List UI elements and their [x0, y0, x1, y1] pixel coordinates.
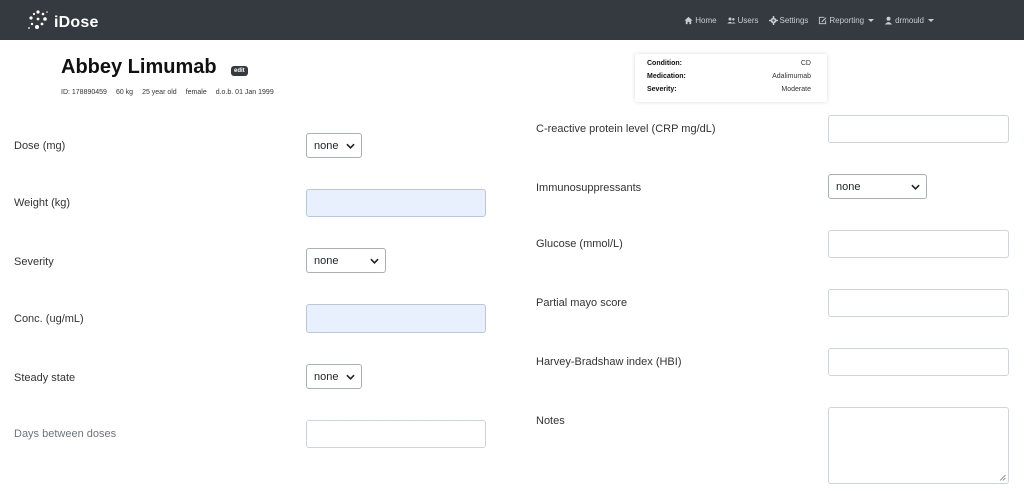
medication-key: Medication: [647, 73, 686, 80]
patient-dob: d.o.b. 01 Jan 1999 [215, 89, 274, 96]
conc-input[interactable] [306, 304, 486, 333]
nav-settings-label: Settings [779, 15, 809, 25]
users-icon [726, 17, 736, 23]
chevron-down-icon [928, 18, 934, 22]
steady-state-select-value: none [314, 370, 339, 383]
glucose-label: Glucose (mmol/L) [536, 238, 623, 250]
patient-sex: female [185, 89, 207, 96]
weight-label: Weight (kg) [14, 197, 71, 209]
glucose-input[interactable] [828, 230, 1009, 258]
chevron-down-icon [346, 143, 355, 149]
chevron-down-icon [911, 184, 920, 190]
severity-label: Severity [14, 256, 54, 268]
immunosuppressants-label: Immunosuppressants [536, 182, 642, 194]
nav-home-label: Home [695, 15, 717, 25]
immunosuppressants-select[interactable]: none [828, 174, 927, 199]
severity-select[interactable]: none [306, 248, 386, 273]
chevron-down-icon [346, 374, 355, 380]
days-between-doses-input[interactable] [306, 420, 486, 448]
hbi-label: Harvey-Bradshaw index (HBI) [536, 356, 682, 368]
dose-select-value: none [314, 139, 339, 152]
nav-user-menu[interactable]: drmould [884, 16, 934, 25]
nav-reporting-label: Reporting [829, 15, 865, 25]
condition-key: Condition: [647, 60, 682, 67]
nav-settings[interactable]: Settings [768, 15, 809, 25]
app-name: iDose [54, 13, 99, 31]
summary-severity-row: Severity: Moderate [647, 86, 811, 93]
weight-input[interactable] [306, 189, 486, 217]
user-icon [884, 16, 893, 25]
partial-mayo-label: Partial mayo score [536, 297, 628, 309]
summary-medication-row: Medication: Adalimumab [647, 73, 811, 80]
reporting-icon [819, 16, 827, 24]
nav-user-label: drmould [895, 15, 924, 25]
dose-label: Dose (mg) [14, 140, 66, 152]
dose-select[interactable]: none [306, 133, 362, 158]
crp-input[interactable] [828, 115, 1009, 143]
top-navbar: iDose Home Users Settings Reporting drmo… [0, 0, 1024, 40]
severity-key: Severity: [647, 86, 677, 93]
crp-label: C-reactive protein level (CRP mg/dL) [536, 123, 716, 135]
steady-state-select[interactable]: none [306, 364, 362, 389]
chevron-down-icon [868, 18, 875, 22]
patient-weight: 60 kg [115, 89, 134, 96]
medication-value: Adalimumab [772, 73, 811, 80]
hbi-input[interactable] [828, 348, 1009, 376]
gear-icon [768, 15, 778, 25]
days-between-doses-label: Days between doses [14, 428, 117, 440]
notes-textarea[interactable] [828, 407, 1009, 484]
nav-menu: Home Users Settings Reporting drmould [674, 0, 934, 40]
patient-meta: ID: 178890459 60 kg 25 year old female d… [61, 89, 283, 96]
immunosuppressants-select-value: none [836, 180, 861, 193]
edit-button[interactable]: edit [231, 66, 248, 76]
patient-age: 25 year old [142, 89, 177, 96]
condition-value: CD [800, 60, 811, 67]
patient-name: Abbey Limumab [61, 56, 217, 78]
nav-reporting[interactable]: Reporting [818, 15, 875, 25]
patient-id: ID: 178890459 [61, 89, 107, 96]
resize-grip-icon[interactable] [999, 474, 1006, 481]
brand[interactable]: iDose [26, 8, 99, 37]
conc-label: Conc. (ug/mL) [14, 313, 84, 325]
notes-label: Notes [536, 415, 565, 427]
home-icon [684, 16, 693, 24]
steady-state-label: Steady state [14, 372, 76, 384]
nav-users-label: Users [737, 15, 759, 25]
condition-summary-card: Condition: CD Medication: Adalimumab Sev… [635, 54, 827, 102]
logo-icon [26, 8, 50, 37]
severity-select-value: none [314, 254, 339, 267]
chevron-down-icon [370, 258, 379, 264]
nav-home[interactable]: Home [684, 15, 717, 25]
summary-condition-row: Condition: CD [647, 60, 811, 67]
severity-value: Moderate [781, 86, 811, 93]
nav-users[interactable]: Users [726, 15, 759, 25]
partial-mayo-input[interactable] [828, 289, 1009, 317]
